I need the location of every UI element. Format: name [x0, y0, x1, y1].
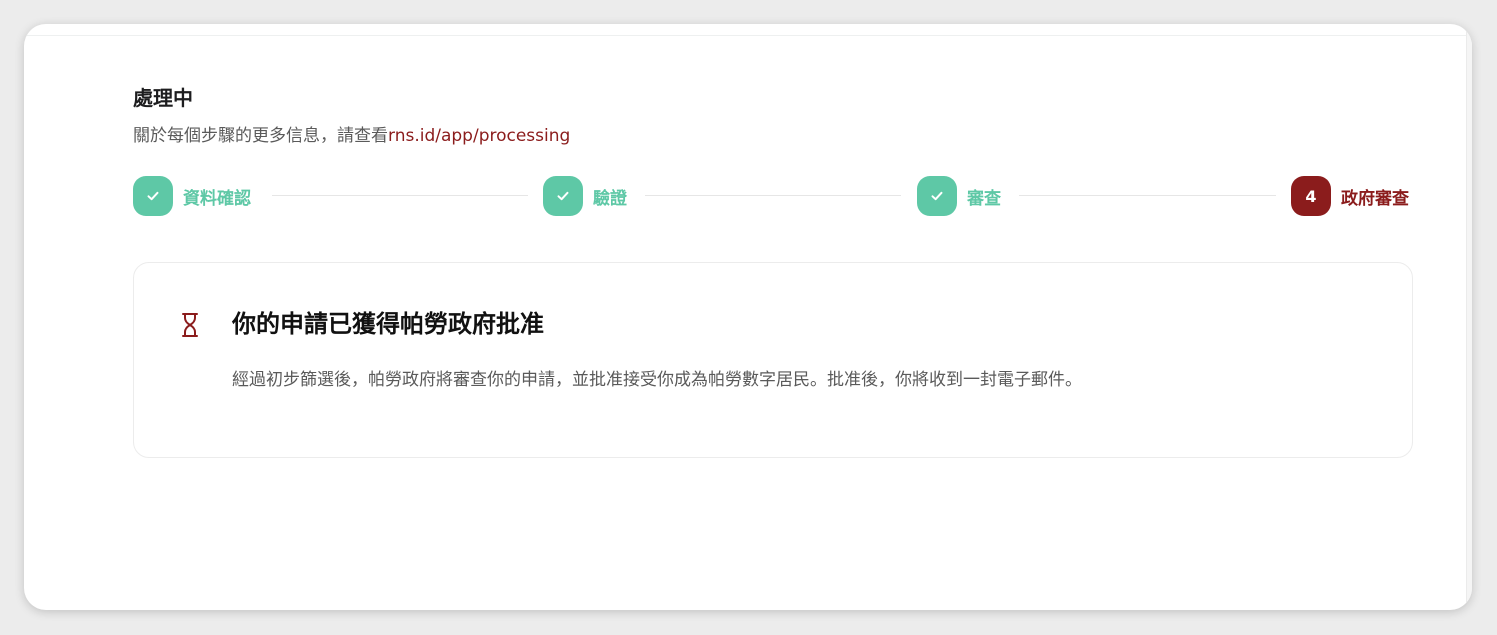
step-number-badge: 4	[1291, 176, 1331, 216]
step-connector	[272, 195, 528, 196]
step-label: 資料確認	[183, 188, 251, 209]
subtitle-text: 關於每個步驟的更多信息，請查看	[133, 126, 388, 146]
step-complete-badge	[543, 176, 583, 216]
check-icon	[147, 191, 159, 201]
step-complete-badge	[917, 176, 957, 216]
step-review: 審查	[917, 176, 1001, 216]
step-label: 審查	[967, 188, 1001, 209]
step-label: 驗證	[593, 188, 627, 209]
app-window: 處理中 關於每個步驟的更多信息，請查看rns.id/app/processing…	[24, 24, 1472, 610]
step-number: 4	[1305, 186, 1317, 206]
step-government-review: 4 政府審查	[1291, 176, 1409, 216]
page-title: 處理中	[133, 86, 193, 110]
progress-stepper: 資料確認 驗證 審查 4 政府審查	[133, 176, 1415, 216]
top-divider	[24, 35, 1472, 36]
page-subtitle: 關於每個步驟的更多信息，請查看rns.id/app/processing	[133, 125, 1415, 147]
step-verification: 驗證	[543, 176, 627, 216]
status-card: 你的申請已獲得帕勞政府批准 經過初步篩選後，帕勞政府將審查你的申請，並批准接受你…	[133, 262, 1413, 458]
processing-section: 處理中 關於每個步驟的更多信息，請查看rns.id/app/processing…	[133, 84, 1415, 216]
hourglass-icon	[182, 313, 198, 337]
step-connector	[1019, 195, 1276, 196]
status-title: 你的申請已獲得帕勞政府批准	[232, 310, 544, 338]
step-label: 政府審查	[1341, 188, 1409, 209]
processing-info-link[interactable]: rns.id/app/processing	[388, 126, 570, 146]
scrollbar-track[interactable]	[1466, 24, 1472, 610]
status-description: 經過初步篩選後，帕勞政府將審查你的申請，並批准接受你成為帕勞數字居民。批准後，你…	[232, 370, 1082, 390]
check-icon	[557, 191, 569, 201]
step-connector	[645, 195, 901, 196]
step-data-confirmation: 資料確認	[133, 176, 251, 216]
step-complete-badge	[133, 176, 173, 216]
check-icon	[931, 191, 943, 201]
